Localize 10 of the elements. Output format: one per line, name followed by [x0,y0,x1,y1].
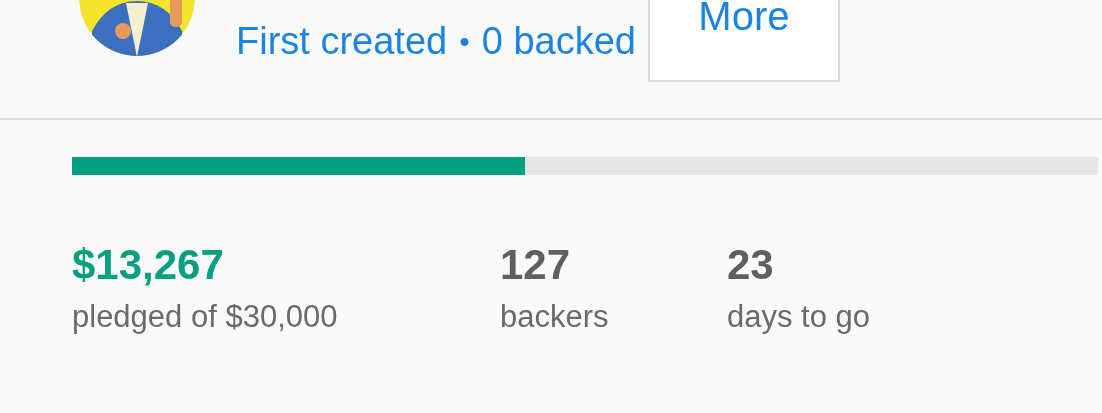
stat-label: pledged of $30,000 [72,299,339,335]
stat-label: days to go [727,299,872,335]
stat-value: 23 [727,241,775,289]
stat-label: backers [500,299,610,335]
stat-value: 127 [500,241,572,289]
stat-value: $13,267 [72,241,225,289]
separator-dot: • [459,24,470,59]
link[interactable]: First created [236,20,448,63]
link[interactable]: 0 backed [481,20,636,63]
more-button[interactable]: More [647,0,840,82]
